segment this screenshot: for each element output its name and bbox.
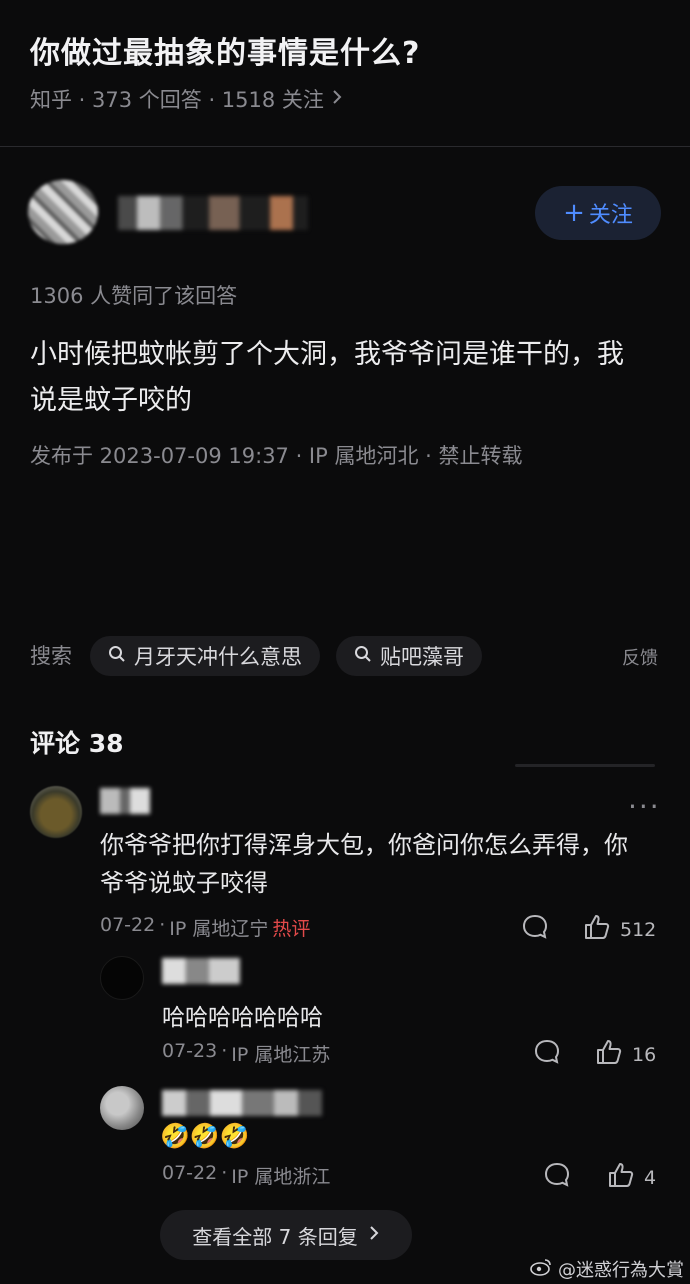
reply-text: 哈哈哈哈哈哈哈 — [162, 1005, 323, 1031]
answer-content: 小时候把蚊帐剪了个大洞，我爷爷问是谁干的，我说是蚊子咬的 — [30, 339, 624, 416]
chevron-right-icon — [330, 87, 344, 111]
reply-date: 07-22 — [162, 1162, 218, 1184]
watermark: @迷惑行為大賞 — [530, 1256, 684, 1282]
like-button[interactable]: 16 — [594, 1037, 656, 1072]
replier-avatar[interactable] — [100, 956, 144, 1000]
watermark-text: @迷惑行為大賞 — [558, 1260, 684, 1281]
question-meta[interactable]: 知乎 · 373 个回答 · 1518 关注 — [30, 84, 344, 114]
header-divider — [0, 146, 690, 147]
weibo-logo-icon — [530, 1258, 552, 1281]
comment-bubble-icon — [532, 1037, 562, 1072]
like-count: 16 — [632, 1043, 657, 1066]
follow-label: 关注 — [588, 203, 633, 228]
thumbs-up-icon — [594, 1037, 624, 1072]
plus-icon: + — [563, 198, 585, 228]
like-count: 4 — [644, 1166, 657, 1189]
replier-name-blurred[interactable] — [162, 1090, 322, 1116]
like-button[interactable]: 512 — [582, 912, 656, 947]
reply-meta: 07-23 · IP 属地江苏 — [162, 1040, 331, 1066]
comment-date: 07-22 — [100, 914, 156, 936]
comment-text: 你爷爷把你打得浑身大包，你爸问你怎么弄得，你爷爷说蚊子咬得 — [100, 831, 628, 897]
replier-name-blurred[interactable] — [162, 958, 240, 984]
more-dots-icon[interactable]: ··· — [628, 790, 661, 823]
like-count: 512 — [620, 918, 657, 941]
reply-location: IP 属地江苏 — [231, 1044, 331, 1066]
comment-bubble-icon — [520, 912, 550, 947]
comment-meta: 07-22 · IP 属地辽宁 热评 — [100, 914, 311, 940]
search-chip[interactable]: 贴吧藻哥 — [336, 636, 482, 676]
search-chip[interactable]: 月牙天冲什么意思 — [90, 636, 320, 676]
comment-location: IP 属地辽宁 — [169, 918, 269, 940]
reply-date: 07-23 — [162, 1040, 218, 1062]
search-chip-label: 月牙天冲什么意思 — [134, 645, 302, 669]
reply-button[interactable] — [520, 912, 550, 947]
commenter-name-blurred[interactable] — [100, 788, 150, 814]
thumbs-up-icon — [582, 912, 612, 947]
search-icon — [108, 644, 126, 668]
question-meta-text: 知乎 · 373 个回答 · 1518 关注 — [30, 88, 324, 112]
view-all-replies-button[interactable]: 查看全部 7 条回复 — [160, 1210, 412, 1260]
replier-avatar[interactable] — [100, 1086, 144, 1130]
reply-text: 🤣🤣🤣 — [160, 1122, 250, 1150]
chevron-right-icon — [368, 1223, 380, 1247]
reply-button[interactable] — [532, 1037, 562, 1072]
scroll-hint-bar — [515, 764, 655, 767]
hot-comment-badge: 热评 — [272, 918, 311, 940]
answer-publish-info: 发布于 2023-07-09 19:37 · IP 属地河北 · 禁止转载 — [30, 444, 523, 468]
answer-likes-count: 1306 人赞同了该回答 — [30, 284, 238, 308]
reply-location: IP 属地浙江 — [231, 1166, 331, 1188]
commenter-avatar[interactable] — [30, 786, 82, 838]
search-label: 搜索 — [30, 644, 72, 668]
search-icon — [354, 644, 372, 668]
author-avatar[interactable] — [28, 180, 98, 244]
search-chip-label: 贴吧藻哥 — [380, 645, 464, 669]
author-name-blurred[interactable] — [118, 196, 308, 230]
comment-bubble-icon — [542, 1160, 572, 1195]
feedback-link[interactable]: 反馈 — [622, 644, 658, 670]
view-all-label: 查看全部 7 条回复 — [192, 1224, 358, 1249]
comments-title: 评论 38 — [30, 729, 124, 758]
thumbs-up-icon — [606, 1160, 636, 1195]
reply-meta: 07-22 · IP 属地浙江 — [162, 1162, 331, 1188]
reply-button[interactable] — [542, 1160, 572, 1195]
like-button[interactable]: 4 — [606, 1160, 656, 1195]
follow-button[interactable]: + 关注 — [535, 186, 661, 240]
question-title[interactable]: 你做过最抽象的事情是什么? — [30, 28, 420, 72]
